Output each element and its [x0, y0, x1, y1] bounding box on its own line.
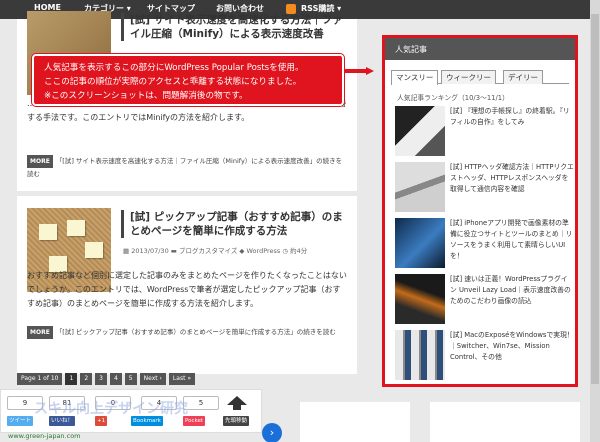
ranking-title[interactable]: [試] HTTPヘッダ確認方法｜HTTPリクエストヘッダ、HTTPレスポンスヘッ…	[450, 162, 574, 195]
page-link-3[interactable]: 3	[95, 373, 107, 385]
read-more-link[interactable]: 「[試] サイト表示速度を高速化する方法｜ファイル圧縮（Minify）による表示…	[27, 157, 342, 178]
folder-icon: ▬	[170, 247, 177, 255]
ranking-thumbnail[interactable]	[395, 330, 445, 380]
ranking-title[interactable]: [試] 速いは正義！WordPressプラグイン Unveil Lazy Loa…	[450, 274, 574, 307]
back-to-top-button[interactable]: 先頭移動	[223, 416, 250, 426]
page-link-4[interactable]: 4	[109, 373, 122, 385]
widget-title: 人気記事	[395, 45, 427, 54]
page-link-1[interactable]: 1	[65, 373, 78, 385]
arrow-up-icon[interactable]	[227, 396, 247, 410]
page-link-2[interactable]: 2	[80, 373, 93, 385]
pocket-count: 5	[183, 396, 219, 410]
post-card: [試] ピックアップ記事（おすすめ記事）のまとめページを簡単に作成する方法 ▦ …	[17, 196, 357, 374]
read-more-link[interactable]: 「[試] ピックアップ記事（おすすめ記事）のまとめページを簡単に作成する方法」の…	[56, 328, 336, 336]
site-logo-overlay: スキル向上デザイン研究	[34, 401, 188, 417]
callout-arrow-icon	[344, 67, 374, 75]
scrollbar-thumb[interactable]	[591, 14, 599, 384]
ranking-title[interactable]: [試] iPhoneアプリ開発で画像素材の準備に役立つサイトとツールのまとめ｜リ…	[450, 218, 574, 262]
tab-monthly[interactable]: マンスリー	[391, 70, 439, 85]
content-panel	[300, 402, 410, 442]
ranking-item[interactable]: [試] HTTPヘッダ確認方法｜HTTPリクエストヘッダ、HTTPレスポンスヘッ…	[395, 162, 574, 214]
ranking-thumbnail[interactable]	[395, 274, 445, 324]
ranking-title[interactable]: [試] 『理想の手帳探し』の終着駅。『リフィルの自作』をしてみ	[450, 106, 574, 128]
widget-header: 人気記事	[385, 38, 575, 60]
ranking-item[interactable]: [試] MacのExposéをWindowsで実現！｜Switcher、Win7…	[395, 330, 574, 382]
reading-time: 約4分	[290, 247, 308, 255]
footer-domain[interactable]: www.green-japan.com	[8, 432, 81, 440]
page-link-5[interactable]: 5	[124, 373, 137, 385]
next-page-link[interactable]: Next ›	[139, 373, 166, 385]
ranking-thumbnail[interactable]	[395, 106, 445, 156]
period-tabs: マンスリー ウィークリー デイリー	[391, 70, 569, 85]
popular-posts-widget: 人気記事 マンスリー ウィークリー デイリー 人気記事ランキング（10/3〜11…	[382, 35, 578, 387]
ranking-title[interactable]: [試] MacのExposéをWindowsで実現！｜Switcher、Win7…	[450, 330, 574, 363]
post-title[interactable]: [試] ピックアップ記事（おすすめ記事）のまとめページを簡単に作成する方法	[121, 210, 351, 238]
ranking-thumbnail[interactable]	[395, 162, 445, 212]
post-tag[interactable]: WordPress	[246, 247, 280, 255]
callout-line: 人気記事を表示するこの部分にWordPress Popular Postsを使用…	[44, 63, 304, 73]
ranking-item[interactable]: [試] iPhoneアプリ開発で画像素材の準備に役立つサイトとツールのまとめ｜リ…	[395, 218, 573, 270]
pagination: Page 1 of 10 1 2 3 4 5 Next › Last »	[17, 373, 195, 385]
last-page-link[interactable]: Last »	[168, 373, 195, 385]
annotation-callout: 人気記事を表示するこの部分にWordPress Popular Postsを使用…	[32, 54, 344, 106]
more-badge: MORE	[27, 326, 53, 339]
clock-icon: ◷	[282, 247, 289, 255]
callout-line: ※このスクリーンショットは、問題解消後の物です。	[44, 91, 248, 101]
post-excerpt: おすすめ記事など個別に選定した記事のみをまとめたページを作りたくなったことはない…	[27, 271, 347, 308]
calendar-icon: ▦	[123, 247, 130, 255]
tab-daily[interactable]: デイリー	[503, 70, 543, 84]
ranking-item[interactable]: [試] 『理想の手帳探し』の終着駅。『リフィルの自作』をしてみ	[395, 106, 573, 158]
post-date: 2013/07/30	[131, 247, 169, 255]
ranking-item[interactable]: [試] 速いは正義！WordPressプラグイン Unveil Lazy Loa…	[395, 274, 573, 326]
post-title[interactable]: [試] サイト表示速度を高速化する方法｜ファイル圧縮（Minify）による表示速…	[121, 13, 351, 41]
more-badge: MORE	[27, 155, 53, 168]
tag-icon: ◆	[239, 247, 245, 255]
ranking-heading: 人気記事ランキング（10/3〜11/1）	[397, 94, 509, 102]
ranking-thumbnail[interactable]	[395, 218, 445, 268]
page-indicator: Page 1 of 10	[17, 373, 63, 385]
post-meta: ▦ 2013/07/30 ▬ ブログカスタマイズ ◆ WordPress ◷ 約…	[123, 245, 307, 255]
tweet-button[interactable]: ツイート	[7, 416, 34, 426]
read-more[interactable]: MORE 「[試] サイト表示速度を高速化する方法｜ファイル圧縮（Minify）に…	[27, 155, 347, 181]
content-panel	[430, 402, 580, 442]
chevron-right-icon[interactable]: ›	[262, 423, 282, 442]
post-category[interactable]: ブログカスタマイズ	[179, 247, 237, 255]
read-more[interactable]: MORE 「[試] ピックアップ記事（おすすめ記事）のまとめページを簡単に作成する…	[27, 326, 347, 339]
callout-line: ここの記事の順位が実際のアクセスと乖離する状態になりました。	[44, 77, 302, 87]
tab-weekly[interactable]: ウィークリー	[441, 70, 496, 84]
